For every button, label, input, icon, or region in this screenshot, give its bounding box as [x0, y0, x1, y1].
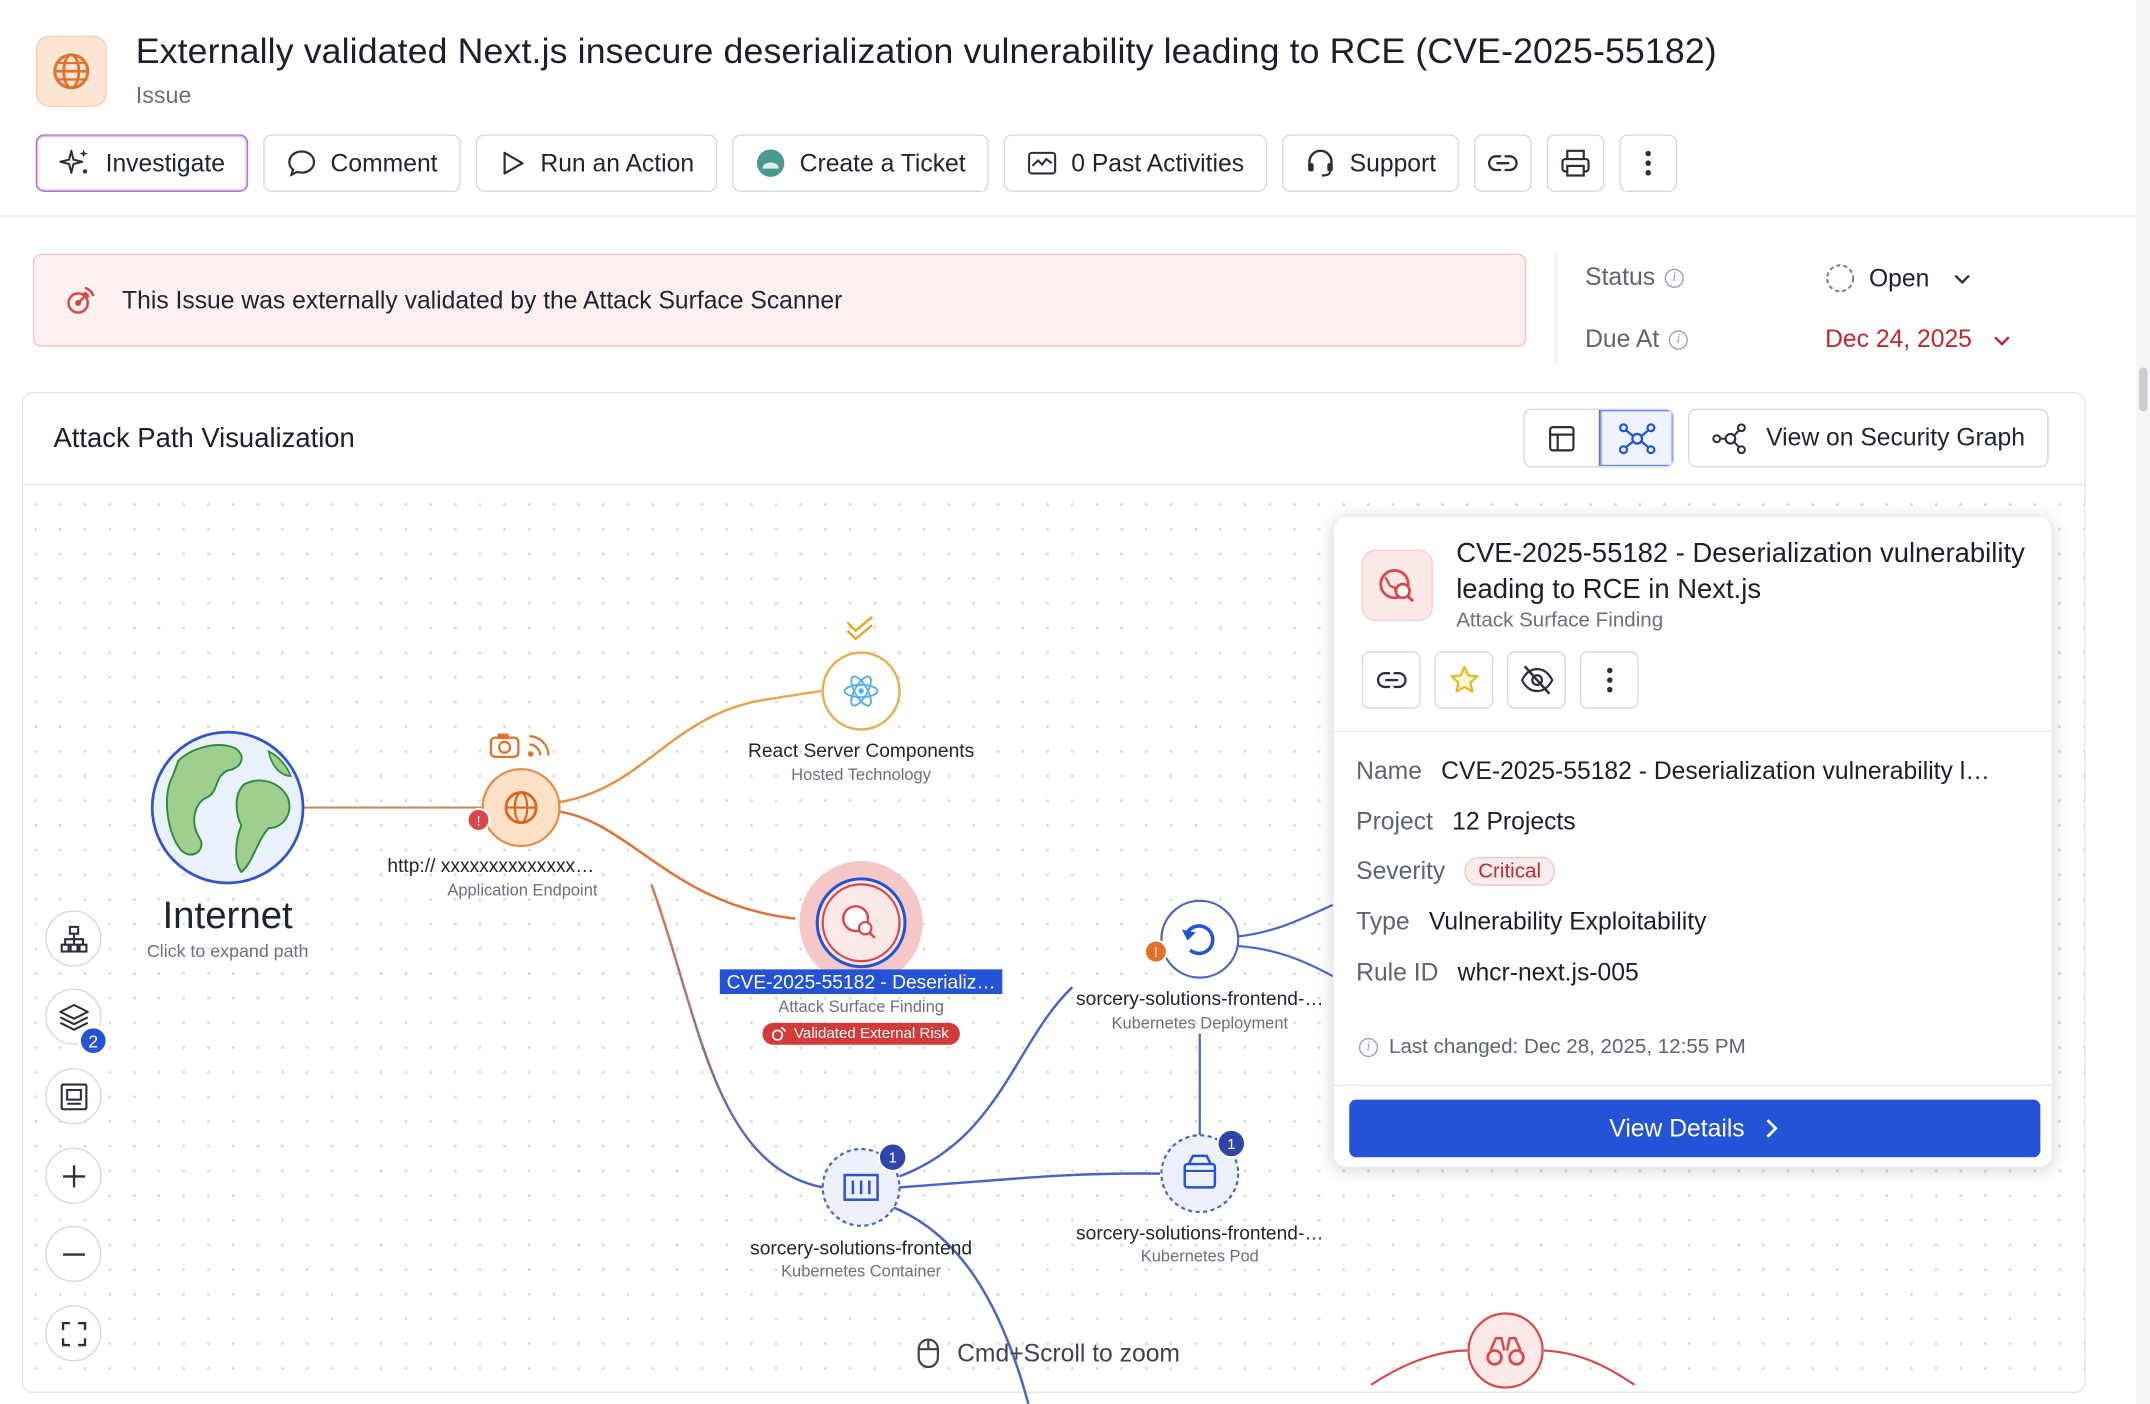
finding-actions	[1361, 651, 1639, 709]
severity-label: Severity	[1356, 856, 1446, 885]
last-changed-text: Last changed: Dec 28, 2025, 12:55 PM	[1389, 1035, 1746, 1059]
internet-sub: Click to expand path	[146, 940, 309, 962]
pod-node[interactable]: 1	[1160, 1128, 1247, 1214]
svg-text:!: !	[1154, 945, 1158, 960]
pod-count: 1	[1227, 1136, 1235, 1153]
info-icon: i	[1358, 1037, 1379, 1057]
deployment-label: sorcery-solutions-frontend-…	[1076, 987, 1324, 1010]
fullscreen-icon	[61, 1321, 86, 1346]
finding-icon	[1361, 549, 1433, 622]
severity-badge: Critical	[1464, 856, 1555, 886]
hierarchy-icon	[59, 925, 87, 952]
cve-sub: Attack Surface Finding	[778, 996, 944, 1016]
frame-select-icon	[59, 1082, 87, 1110]
last-changed: i Last changed: Dec 28, 2025, 12:55 PM	[1358, 1035, 1746, 1059]
finding-title: CVE-2025-55182 - Deserialization vulnera…	[1456, 538, 2025, 605]
finding-type-row: Type Vulnerability Exploitability	[1356, 908, 1706, 937]
minus-icon	[62, 1252, 85, 1256]
eye-off-icon	[1520, 665, 1553, 695]
finding-severity-row: Severity Critical	[1356, 856, 1555, 886]
validated-risk-badge: Validated External Risk	[762, 1022, 960, 1045]
pod-label: sorcery-solutions-frontend-…	[1076, 1221, 1324, 1244]
edge-bottom-right	[1543, 1349, 1636, 1386]
fit-selection-button[interactable]	[45, 1068, 102, 1125]
hide-button[interactable]	[1506, 651, 1566, 709]
edge-bottom-left	[1370, 1349, 1468, 1386]
zoom-out-button[interactable]	[45, 1225, 102, 1282]
validated-risk-text: Validated External Risk	[793, 1025, 949, 1043]
chevron-right-icon	[1766, 1119, 1779, 1138]
endpoint-sub: Application Endpoint	[447, 880, 598, 900]
hierarchy-layout-button[interactable]	[45, 910, 102, 967]
container-label: sorcery-solutions-frontend	[750, 1236, 973, 1259]
rule-id-label: Rule ID	[1356, 958, 1439, 986]
view-details-label: View Details	[1609, 1114, 1745, 1142]
binoculars-node[interactable]	[1467, 1312, 1544, 1389]
finding-rule-row: Rule ID whcr-next.js-005	[1356, 958, 1639, 987]
double-check-icon	[846, 616, 873, 641]
edge-container-pod	[899, 1172, 1161, 1189]
layers-count-badge: 2	[78, 1025, 109, 1056]
zoom-in-button[interactable]	[45, 1147, 102, 1204]
internet-label: Internet	[162, 893, 293, 937]
finding-more-button[interactable]	[1579, 651, 1639, 709]
zoom-hint: Cmd+Scroll to zoom	[916, 1337, 1180, 1370]
kebab-icon	[1606, 667, 1612, 693]
cve-label: CVE-2025-55182 - Deserializ…	[719, 969, 1003, 995]
react-sub: Hosted Technology	[791, 765, 931, 785]
internet-node[interactable]	[150, 730, 305, 885]
rule-id-value: whcr-next.js-005	[1457, 958, 1639, 986]
endpoint-label: http:// xxxxxxxxxxxxxx…	[387, 854, 595, 877]
finding-subtitle: Attack Surface Finding	[1456, 608, 1664, 633]
name-label: Name	[1356, 756, 1422, 785]
type-label: Type	[1356, 907, 1410, 936]
container-sub: Kubernetes Container	[781, 1261, 942, 1281]
rss-icon	[527, 735, 550, 757]
svg-text:!: !	[477, 813, 481, 828]
edge-endpoint-cve	[559, 810, 796, 920]
camera-icon	[489, 733, 520, 758]
container-count: 1	[888, 1150, 896, 1167]
container-node[interactable]: 1	[821, 1142, 908, 1227]
app-frame: Externally validated Next.js insecure de…	[0, 0, 2150, 1404]
react-node[interactable]	[821, 651, 901, 731]
deployment-sub: Kubernetes Deployment	[1111, 1013, 1289, 1033]
project-label: Project	[1356, 807, 1433, 835]
view-details-button[interactable]: View Details	[1349, 1099, 2041, 1158]
plus-icon	[62, 1164, 85, 1187]
finding-detail-card: CVE-2025-55182 - Deserialization vulnera…	[1332, 515, 2053, 1169]
mouse-icon	[917, 1338, 939, 1369]
edge-deployment-right-1	[1238, 903, 1334, 938]
cve-node[interactable]	[799, 861, 923, 985]
fullscreen-button[interactable]	[45, 1305, 102, 1362]
deployment-node[interactable]: !	[1143, 899, 1240, 979]
project-value[interactable]: 12 Projects	[1452, 808, 1575, 837]
finding-divider	[1334, 730, 2052, 733]
zoom-hint-text: Cmd+Scroll to zoom	[957, 1338, 1181, 1367]
star-icon	[1449, 665, 1478, 693]
finding-footer-divider	[1334, 1084, 2052, 1086]
finding-name-row: Name CVE-2025-55182 - Deserialization vu…	[1356, 757, 1990, 786]
link-icon	[1376, 672, 1406, 689]
radar-icon	[771, 1026, 786, 1041]
name-value: CVE-2025-55182 - Deserialization vulnera…	[1441, 756, 1990, 785]
favorite-button[interactable]	[1434, 651, 1494, 709]
edge-deployment-right-2	[1238, 944, 1334, 978]
type-value: Vulnerability Exploitability	[1428, 907, 1707, 936]
finding-copy-link-button[interactable]	[1361, 651, 1421, 709]
pod-sub: Kubernetes Pod	[1140, 1246, 1259, 1266]
react-label: React Server Components	[748, 739, 975, 761]
finding-project-row: Project 12 Projects	[1356, 808, 1575, 837]
